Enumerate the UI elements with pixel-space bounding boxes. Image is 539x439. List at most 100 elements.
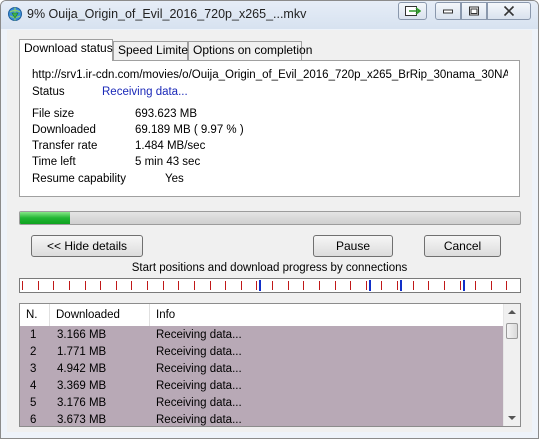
- cell-info: Receiving data...: [156, 414, 242, 426]
- chevron-up-icon: [508, 310, 516, 314]
- connection-start-marker: [303, 281, 304, 290]
- cell-downloaded: 3.369 MB: [57, 380, 107, 392]
- connection-start-marker: [444, 281, 445, 290]
- transfer-rate-label: Transfer rate: [32, 140, 98, 152]
- download-url: http://srv1.ir-cdn.com/movies/o/Ouija_Or…: [32, 69, 508, 81]
- column-header-n[interactable]: N.: [20, 304, 50, 326]
- connection-start-marker: [210, 281, 211, 290]
- connection-start-marker: [506, 281, 507, 290]
- connection-start-marker: [460, 281, 461, 290]
- cell-info: Receiving data...: [156, 346, 242, 358]
- tab-download-status[interactable]: Download status: [19, 39, 113, 61]
- connection-start-marker: [381, 281, 382, 290]
- connection-start-marker: [147, 281, 148, 290]
- connection-progress-marker: [259, 280, 261, 291]
- connection-start-marker: [475, 281, 476, 290]
- connection-start-marker: [256, 281, 257, 290]
- status-value: Receiving data...: [102, 86, 188, 98]
- dialog-client-area: Download status Speed Limiter Options on…: [7, 30, 532, 432]
- connection-start-marker: [163, 281, 164, 290]
- window-title: 9% Ouija_Origin_of_Evil_2016_720p_x265_.…: [27, 7, 307, 21]
- close-icon: [503, 5, 515, 17]
- scroll-up-arrow[interactable]: [504, 304, 520, 321]
- connection-start-marker: [397, 281, 398, 290]
- connection-start-marker: [22, 281, 23, 290]
- connection-start-marker: [241, 281, 242, 290]
- connection-start-marker: [319, 281, 320, 290]
- cell-n: 2: [30, 346, 37, 358]
- cell-n: 4: [30, 380, 37, 392]
- cell-downloaded: 3.176 MB: [57, 397, 107, 409]
- list-item[interactable]: 2 1.771 MB Receiving data...: [20, 344, 503, 361]
- connection-start-marker: [491, 281, 492, 290]
- time-left-value: 5 min 43 sec: [135, 156, 201, 168]
- connection-start-marker: [131, 281, 132, 290]
- title-bar[interactable]: 9% Ouija_Origin_of_Evil_2016_720p_x265_.…: [1, 1, 538, 29]
- connection-start-marker: [288, 281, 289, 290]
- connection-start-marker: [178, 281, 179, 290]
- cancel-button[interactable]: Cancel: [424, 235, 501, 257]
- downloaded-label: Downloaded: [32, 124, 96, 136]
- list-scrollbar[interactable]: [503, 304, 520, 426]
- maximize-button[interactable]: [461, 2, 487, 20]
- globe-download-icon: [7, 6, 23, 22]
- time-left-label: Time left: [32, 156, 76, 168]
- cell-n: 1: [30, 329, 37, 341]
- file-size-value: 693.623 MB: [135, 108, 198, 120]
- scroll-thumb[interactable]: [506, 323, 518, 339]
- connection-start-marker: [69, 281, 70, 290]
- connection-start-marker: [85, 281, 86, 290]
- list-item[interactable]: 1 3.166 MB Receiving data...: [20, 327, 503, 344]
- tab-speed-limiter[interactable]: Speed Limiter: [113, 41, 192, 60]
- connection-start-marker: [38, 281, 39, 290]
- connection-progress-marker: [400, 280, 402, 291]
- column-header-info[interactable]: Info: [150, 304, 503, 326]
- download-status-panel: http://srv1.ir-cdn.com/movies/o/Ouija_Or…: [19, 60, 520, 197]
- connection-start-marker: [272, 281, 273, 290]
- list-item[interactable]: 4 3.369 MB Receiving data...: [20, 378, 503, 395]
- send-to-tray-icon: [404, 6, 421, 16]
- column-header-downloaded[interactable]: Downloaded: [50, 304, 150, 326]
- cell-n: 5: [30, 397, 37, 409]
- send-to-tray-button[interactable]: [398, 2, 427, 20]
- cell-info: Receiving data...: [156, 329, 242, 341]
- cell-n: 3: [30, 363, 37, 375]
- connection-start-marker: [116, 281, 117, 290]
- cell-downloaded: 4.942 MB: [57, 363, 107, 375]
- resume-capability-value: Yes: [165, 173, 184, 185]
- connections-caption: Start positions and download progress by…: [131, 262, 408, 274]
- downloaded-value: 69.189 MB ( 9.97 % ): [135, 124, 244, 136]
- status-label: Status: [32, 86, 65, 98]
- cell-n: 6: [30, 414, 37, 426]
- connection-start-marker: [350, 281, 351, 290]
- pause-button[interactable]: Pause: [313, 235, 393, 257]
- list-item[interactable]: 5 3.176 MB Receiving data...: [20, 395, 503, 412]
- resume-capability-label: Resume capability: [32, 173, 126, 185]
- cell-info: Receiving data...: [156, 363, 242, 375]
- maximize-icon: [469, 6, 479, 16]
- transfer-rate-value: 1.484 MB/sec: [135, 140, 206, 152]
- cell-downloaded: 1.771 MB: [57, 346, 107, 358]
- file-size-label: File size: [32, 108, 75, 120]
- list-item[interactable]: 3 4.942 MB Receiving data...: [20, 361, 503, 378]
- download-progress-window: 9% Ouija_Origin_of_Evil_2016_720p_x265_.…: [0, 0, 539, 439]
- connection-start-marker: [194, 281, 195, 290]
- connection-start-marker: [335, 281, 336, 290]
- connection-start-marker: [366, 281, 367, 290]
- minimize-button[interactable]: [435, 2, 461, 20]
- tab-options-on-completion[interactable]: Options on completion: [188, 41, 312, 60]
- scroll-down-arrow[interactable]: [504, 409, 520, 426]
- cell-info: Receiving data...: [156, 397, 242, 409]
- close-button[interactable]: [487, 2, 531, 20]
- connections-list[interactable]: N. Downloaded Info 1 3.166 MB Receiving da…: [19, 303, 521, 427]
- connection-start-marker: [428, 281, 429, 290]
- cell-info: Receiving data...: [156, 380, 242, 392]
- connection-start-marker: [100, 281, 101, 290]
- chevron-down-icon: [508, 416, 516, 420]
- connection-progress-marker: [369, 280, 371, 291]
- cell-downloaded: 3.673 MB: [57, 414, 107, 426]
- list-header: N. Downloaded Info: [20, 304, 503, 327]
- list-item[interactable]: 6 3.673 MB Receiving data...: [20, 412, 503, 426]
- hide-details-button[interactable]: << Hide details: [31, 235, 143, 257]
- connection-start-marker: [413, 281, 414, 290]
